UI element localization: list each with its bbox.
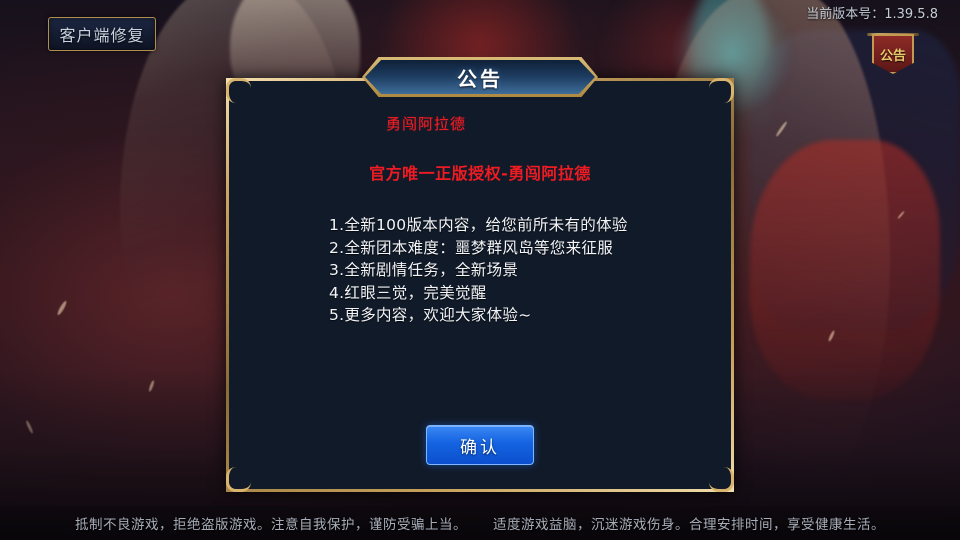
disclaimer-right: 适度游戏益脑，沉迷游戏伤身。合理安排时间，享受健康生活。 (493, 517, 885, 533)
list-item: 4.红眼三觉，完美觉醒 (329, 283, 487, 302)
game-client-screen: 客户端修复 当前版本号：1.39.5.8 公告 勇闯阿拉德 官方唯一正版授权-勇… (0, 0, 960, 540)
dialog-corner-bottom-left (226, 467, 251, 492)
version-label: 当前版本号：1.39.5.8 (806, 7, 938, 22)
client-repair-label: 客户端修复 (59, 26, 145, 45)
announcement-headline-primary: 勇闯阿拉德 (385, 115, 466, 133)
client-repair-button[interactable]: 客户端修复 (48, 17, 156, 51)
dialog-title: 公告 (457, 66, 503, 91)
legal-disclaimer-bar: 抵制不良游戏，拒绝盗版游戏。注意自我保护，谨防受骗上当。 适度游戏益脑，沉迷游戏… (0, 506, 960, 540)
confirm-button-label: 确认 (460, 437, 500, 458)
list-item: 1.全新100版本内容，给您前所未有的体验 (329, 216, 628, 234)
dialog-content-area: 勇闯阿拉德 官方唯一正版授权-勇闯阿拉德 1.全新100版本内容，给您前所未有的… (229, 81, 731, 489)
dialog-corner-top-right (709, 78, 734, 103)
announcement-dialog: 勇闯阿拉德 官方唯一正版授权-勇闯阿拉德 1.全新100版本内容，给您前所未有的… (226, 57, 734, 492)
dialog-corner-bottom-right (709, 467, 734, 492)
dialog-title-banner: 公告 (362, 57, 598, 97)
confirm-button[interactable]: 确认 (426, 425, 534, 465)
announcement-headline-secondary: 官方唯一正版授权-勇闯阿拉德 (369, 164, 591, 183)
announcement-list: 1.全新100版本内容，给您前所未有的体验 2.全新团本难度：噩梦群风岛等您来征… (253, 214, 707, 327)
dialog-corner-top-left (226, 78, 251, 103)
announcement-body: 勇闯阿拉德 官方唯一正版授权-勇闯阿拉德 1.全新100版本内容，给您前所未有的… (229, 109, 731, 327)
list-item: 3.全新剧情任务，全新场景 (329, 261, 519, 279)
pennant-icon: 公告 (872, 34, 914, 74)
notice-badge-button[interactable]: 公告 (867, 26, 919, 76)
list-item: 2.全新团本难度：噩梦群风岛等您来征服 (329, 238, 613, 257)
disclaimer-left: 抵制不良游戏，拒绝盗版游戏。注意自我保护，谨防受骗上当。 (75, 517, 467, 533)
notice-badge-label: 公告 (879, 49, 906, 64)
list-item: 5.更多内容，欢迎大家体验~ (329, 306, 532, 324)
